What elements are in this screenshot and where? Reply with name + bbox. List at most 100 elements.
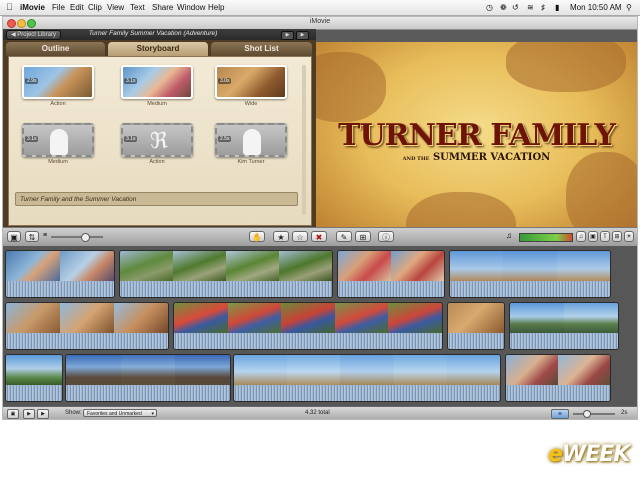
project-library-button[interactable]: ◀ Project Library <box>6 30 61 40</box>
event-clip[interactable] <box>449 250 611 298</box>
movie-title-sub-text: SUMMER VACATION <box>432 152 551 163</box>
menu-text[interactable]: Text <box>130 3 145 12</box>
menu-edit[interactable]: Edit <box>70 3 84 12</box>
photo-browser-button[interactable]: ▣ <box>588 231 598 242</box>
music-browser-button[interactable]: ♫ <box>576 231 586 242</box>
event-clip[interactable] <box>337 250 445 298</box>
waveform-toggle-button[interactable]: ≋ <box>551 409 569 419</box>
spotlight-icon[interactable]: ⚲ <box>626 3 632 12</box>
clip-frame <box>114 303 168 333</box>
menu-clip[interactable]: Clip <box>88 3 102 12</box>
storyboard-card[interactable]: 3.1s Medium <box>121 65 193 109</box>
menu-bar:  iMovie File Edit Clip View Text Share … <box>0 0 640 16</box>
placeholder-card[interactable]: 2.5s Kim Turner <box>215 123 287 167</box>
event-clip[interactable] <box>5 302 169 350</box>
window-title: iMovie <box>309 18 331 25</box>
volume-icon[interactable]: ♯ <box>541 3 545 12</box>
zoom-slider[interactable] <box>573 410 615 418</box>
camera-import-button[interactable]: ▣ <box>7 231 21 242</box>
event-clip[interactable] <box>447 302 505 350</box>
thumbnail-size-slider[interactable] <box>51 233 103 242</box>
menu-window[interactable]: Window <box>177 3 205 12</box>
play-selection-button[interactable]: ▶ <box>37 409 49 419</box>
clip-frame <box>506 355 558 385</box>
storyboard-card[interactable]: 2.9s Action <box>22 65 94 109</box>
title-browser-button[interactable]: T <box>600 231 610 242</box>
event-clip[interactable] <box>505 354 611 402</box>
favorite-button[interactable]: ★ <box>273 231 289 242</box>
zoom-slider-knob[interactable] <box>583 410 591 418</box>
show-label: Show: <box>65 410 82 416</box>
storyboard-scrollbar[interactable] <box>302 65 306 215</box>
slider-knob[interactable] <box>81 233 90 242</box>
menu-help[interactable]: Help <box>208 3 224 12</box>
card-label: Action <box>149 159 165 165</box>
title-caption-field[interactable]: Turner Family and the Summer Vacation <box>15 192 298 206</box>
thumbnail-size-icon: ≡ <box>43 232 48 239</box>
audio-waveform <box>510 333 618 349</box>
apple-menu-icon[interactable]:  <box>6 2 13 12</box>
wifi-icon[interactable]: ≋ <box>527 3 534 12</box>
sync-icon[interactable]: ↺ <box>512 3 519 12</box>
audio-waveform <box>234 385 500 401</box>
running-figure-icon: ℜ <box>150 128 168 153</box>
tab-shot-list[interactable]: Shot List <box>211 42 312 56</box>
clip-frame <box>234 355 287 385</box>
bluetooth-icon[interactable]: ❁ <box>500 3 507 12</box>
event-clip[interactable] <box>5 354 63 402</box>
play-project-button[interactable]: ▶ <box>296 31 309 40</box>
map-landmass <box>316 52 386 122</box>
logo-e: e <box>548 442 563 467</box>
clip-frame <box>6 251 60 281</box>
clip-frame <box>173 251 226 281</box>
event-clip[interactable] <box>509 302 619 350</box>
reject-button[interactable]: ✖ <box>311 231 327 242</box>
eweek-logo: eWEEK <box>548 442 630 467</box>
map-browser-button[interactable]: ☀ <box>624 231 634 242</box>
placeholder-card[interactable]: ℜ 3.1s Action <box>121 123 193 167</box>
tab-storyboard[interactable]: Storyboard <box>108 42 208 56</box>
audio-level-meter <box>519 233 573 242</box>
clip-frame <box>174 303 228 333</box>
event-clip[interactable] <box>233 354 501 402</box>
battery-icon[interactable]: ▮ <box>555 3 559 12</box>
crop-button[interactable]: ⊞ <box>355 231 371 242</box>
clip-frame <box>226 251 279 281</box>
clip-duration: 2.9s <box>25 78 39 84</box>
menu-file[interactable]: File <box>52 3 65 12</box>
menu-view[interactable]: View <box>107 3 124 12</box>
event-library-toggle[interactable]: ▣ <box>7 409 19 419</box>
menu-clock[interactable]: Mon 10:50 AM <box>570 3 622 12</box>
play-fullscreen-button[interactable]: ▶ <box>281 31 294 40</box>
event-clip[interactable] <box>5 250 115 298</box>
imovie-window: iMovie ◀ Project Library Turner Family S… <box>2 16 638 420</box>
tab-outline[interactable]: Outline <box>6 42 105 56</box>
clip-duration: 3.0s <box>218 78 232 84</box>
play-event-button[interactable]: ▶ <box>23 409 35 419</box>
swap-button[interactable]: ⇅ <box>25 231 39 242</box>
clip-frame <box>60 251 114 281</box>
transition-browser-button[interactable]: ⊞ <box>612 231 622 242</box>
audio-waveform <box>338 281 444 297</box>
menu-app[interactable]: iMovie <box>20 3 45 12</box>
unmark-button[interactable]: ☆ <box>292 231 308 242</box>
inspector-button[interactable]: ⓘ <box>378 231 394 242</box>
clip-frame <box>510 303 564 333</box>
clip-frame <box>450 251 503 281</box>
clip-frame <box>558 355 610 385</box>
keyword-button[interactable]: ✎ <box>336 231 352 242</box>
event-clip[interactable] <box>119 250 333 298</box>
placeholder-card[interactable]: 3.1s Medium <box>22 123 94 167</box>
card-label: Wide <box>244 101 258 107</box>
storyboard-card[interactable]: 3.0s Wide <box>215 65 287 109</box>
clip-frame <box>121 355 175 385</box>
menu-share[interactable]: Share <box>152 3 173 12</box>
show-filter-select[interactable]: Favorites and Unmarked ▾ <box>83 409 157 417</box>
project-header: ◀ Project Library Turner Family Summer V… <box>3 29 316 40</box>
event-clip[interactable] <box>173 302 443 350</box>
timemachine-icon[interactable]: ◷ <box>486 3 493 12</box>
chevron-down-icon: ▾ <box>151 411 154 417</box>
clip-frame <box>564 303 618 333</box>
select-hand-button[interactable]: ✋ <box>249 231 265 242</box>
event-clip[interactable] <box>65 354 231 402</box>
